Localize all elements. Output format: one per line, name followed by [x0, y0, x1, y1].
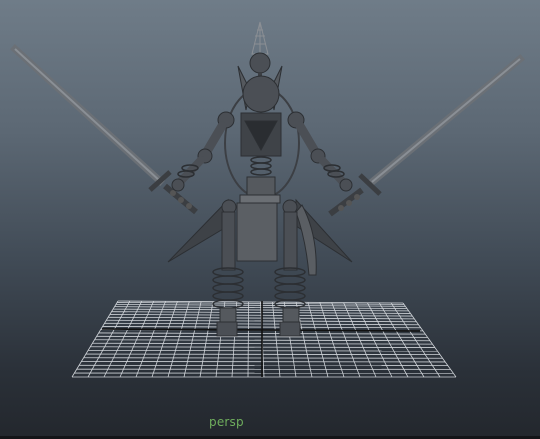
shin-right	[282, 307, 300, 323]
upper-arm-left	[201, 121, 227, 158]
sash	[295, 204, 317, 276]
belt	[239, 194, 281, 204]
antenna	[251, 21, 269, 55]
foot-right	[279, 321, 301, 337]
shin-left	[219, 307, 237, 323]
head-sphere	[242, 75, 280, 113]
thigh-right	[283, 211, 298, 271]
ground-grid	[71, 300, 457, 378]
foot-left	[216, 321, 238, 337]
right-sword[interactable]	[328, 54, 525, 217]
pelvis-panel	[236, 202, 278, 262]
grid-x-axis	[101, 328, 421, 332]
waist-block	[246, 176, 276, 196]
left-sword[interactable]	[10, 44, 198, 215]
thigh-left	[221, 211, 236, 271]
scene-canvas	[10, 21, 525, 378]
spine-spring	[250, 156, 272, 176]
robot-model[interactable]	[167, 21, 353, 337]
perspective-viewport[interactable]: persp	[0, 0, 540, 439]
camera-label: persp	[209, 415, 244, 429]
head-top-sphere	[249, 52, 271, 74]
hand-right	[339, 178, 353, 192]
cape-left	[167, 198, 229, 263]
upper-arm-right	[295, 121, 321, 158]
hand-left	[171, 178, 185, 192]
